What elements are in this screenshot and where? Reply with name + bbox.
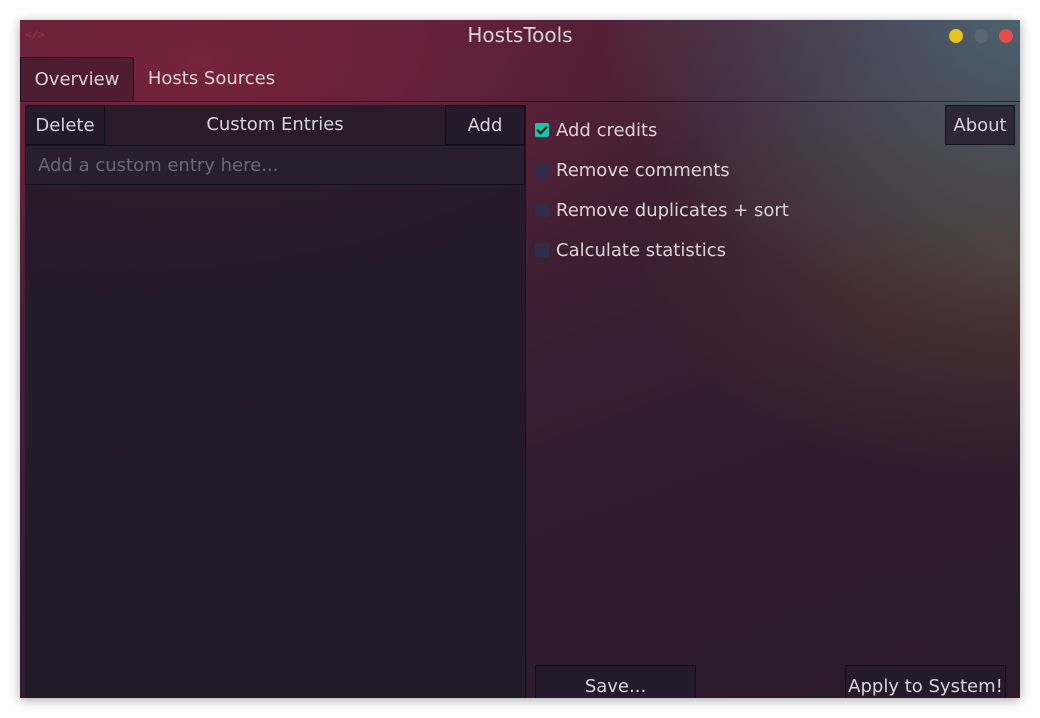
tab-bar: Overview Hosts Sources [20,57,1020,102]
option-remove-duplicates[interactable]: Remove duplicates + sort [535,198,789,222]
option-remove-comments[interactable]: Remove comments [535,158,730,182]
option-add-credits[interactable]: Add credits [535,118,657,142]
custom-entries-panel: Delete Custom Entries Add [25,105,526,698]
tab-overview[interactable]: Overview [20,57,134,101]
window-title: HostsTools [467,23,573,47]
close-button[interactable] [999,29,1013,43]
option-label: Add credits [556,119,658,141]
add-button[interactable]: Add [445,105,525,145]
minimize-button[interactable] [949,29,963,43]
maximize-button[interactable] [974,29,988,43]
save-button[interactable]: Save... [535,665,696,698]
title-bar[interactable]: </> HostsTools [20,20,1020,52]
app-window: </> HostsTools Overview Hosts Sources De… [20,20,1020,698]
option-calculate-statistics[interactable]: Calculate statistics [535,238,726,262]
remove-comments-checkbox[interactable] [535,163,549,177]
custom-entries-title: Custom Entries [206,114,344,135]
options-panel: Add credits Remove comments Remove dupli… [526,105,1020,698]
add-credits-checkbox[interactable] [535,123,549,137]
custom-entry-input[interactable] [25,145,525,185]
option-label: Calculate statistics [556,239,727,261]
delete-button[interactable]: Delete [25,105,105,145]
custom-entries-list[interactable] [25,185,525,698]
option-label: Remove comments [556,159,730,181]
option-label: Remove duplicates + sort [556,199,789,221]
tab-hosts-sources[interactable]: Hosts Sources [134,57,289,100]
calculate-statistics-checkbox[interactable] [535,243,549,257]
remove-duplicates-checkbox[interactable] [535,203,549,217]
apply-to-system-button[interactable]: Apply to System! [845,665,1006,698]
about-button[interactable]: About [945,105,1015,145]
